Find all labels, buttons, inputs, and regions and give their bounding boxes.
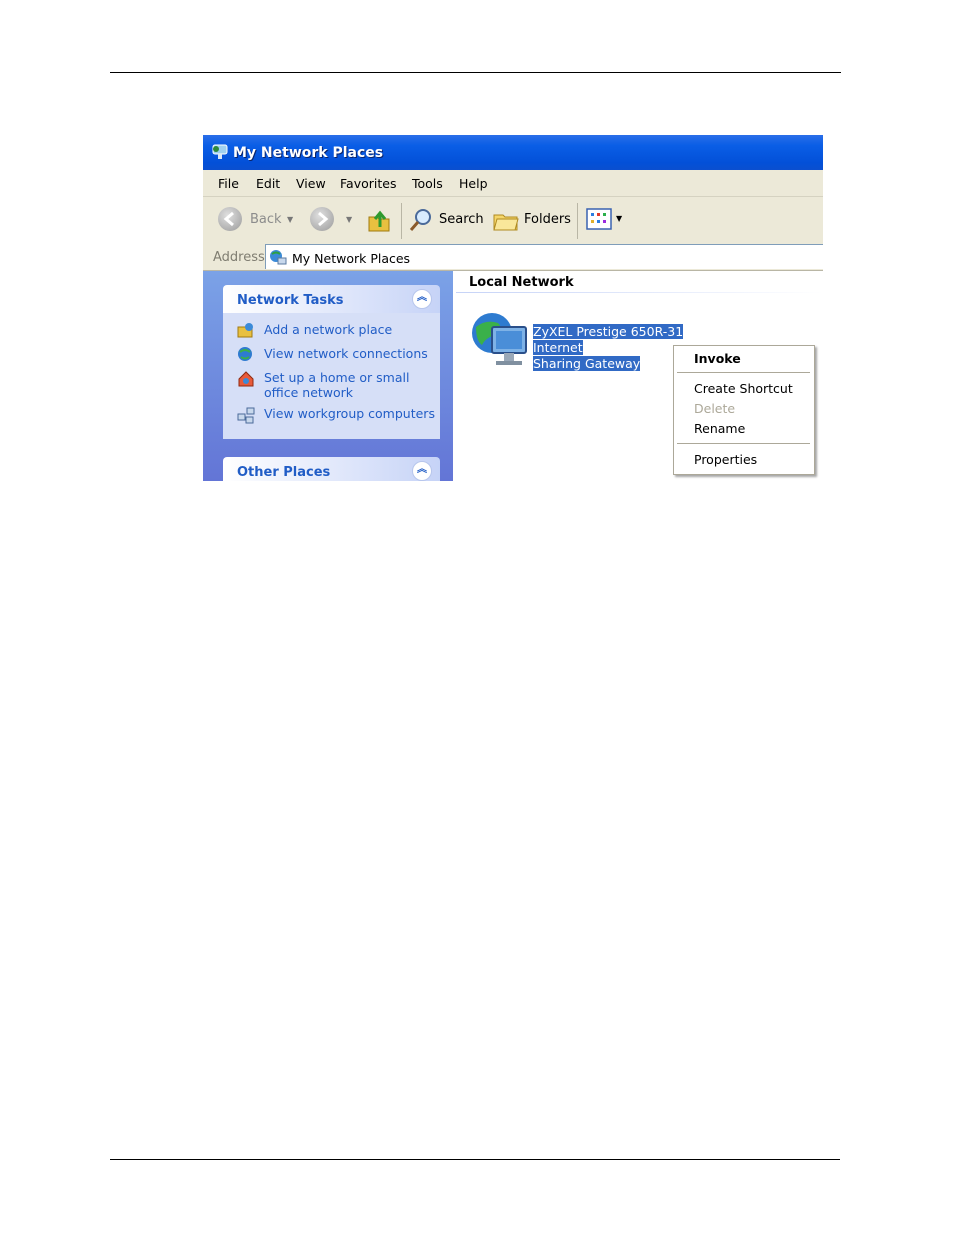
menu-tools[interactable]: Tools <box>412 176 443 191</box>
home-network-setup-icon <box>238 371 254 387</box>
group-header-local-network: Local Network <box>469 275 574 290</box>
context-menu: Invoke Create Shortcut Delete Rename Pro… <box>673 345 815 475</box>
back-button[interactable]: Back ▼ <box>218 207 298 233</box>
folders-button[interactable]: Folders <box>492 207 571 233</box>
device-name-line2: Sharing Gateway <box>533 356 641 371</box>
network-tasks-panel: Network Tasks ︽ Add a network place View… <box>223 285 440 439</box>
menu-file[interactable]: File <box>218 176 239 191</box>
task-label: Set up a home or small <box>264 370 410 385</box>
menu-separator <box>677 443 810 444</box>
network-tasks-header[interactable]: Network Tasks ︽ <box>223 285 440 313</box>
views-icon <box>586 208 612 230</box>
collapse-chevron-icon[interactable]: ︽ <box>412 461 432 481</box>
page-top-rule <box>110 72 841 73</box>
search-label: Search <box>439 212 484 227</box>
other-places-title: Other Places <box>237 465 331 480</box>
back-label: Back <box>250 212 282 227</box>
toolbar: Back ▼ ▼ Search Folders ▼ <box>203 197 823 244</box>
forward-arrow-icon <box>310 207 334 231</box>
task-label: View workgroup computers <box>264 406 435 421</box>
network-places-icon <box>212 144 228 159</box>
views-button[interactable]: ▼ <box>586 207 626 233</box>
add-network-place-icon <box>237 323 253 338</box>
views-dropdown-icon[interactable]: ▼ <box>616 214 622 223</box>
address-label: Address <box>213 250 265 265</box>
forward-button[interactable]: ▼ <box>310 207 358 233</box>
address-field[interactable]: My Network Places <box>265 244 823 269</box>
folders-icon <box>493 214 519 231</box>
menu-item-rename[interactable]: Rename <box>694 421 745 436</box>
network-connections-icon <box>238 347 252 361</box>
up-folder-button[interactable] <box>366 207 394 233</box>
menu-edit[interactable]: Edit <box>256 176 280 191</box>
address-value: My Network Places <box>292 251 411 266</box>
forward-dropdown-icon[interactable]: ▼ <box>346 215 352 224</box>
other-places-panel: Other Places ︽ <box>223 457 440 481</box>
device-name-line1: ZyXEL Prestige 650R-31 Internet <box>533 324 684 355</box>
title-bar[interactable]: My Network Places <box>203 135 823 170</box>
menu-help[interactable]: Help <box>459 176 488 191</box>
search-button[interactable]: Search <box>408 207 484 233</box>
network-tasks-title: Network Tasks <box>237 293 344 308</box>
toolbar-separator <box>577 203 578 239</box>
other-places-header[interactable]: Other Places ︽ <box>223 457 440 481</box>
workgroup-computers-icon <box>237 407 255 424</box>
menu-item-delete: Delete <box>694 401 736 416</box>
address-bar: Address My Network Places <box>203 243 823 271</box>
menu-item-create-shortcut[interactable]: Create Shortcut <box>694 381 793 396</box>
back-dropdown-icon[interactable]: ▼ <box>287 215 293 224</box>
back-arrow-icon <box>218 207 242 231</box>
search-icon <box>409 209 431 231</box>
collapse-chevron-icon[interactable]: ︽ <box>412 289 432 309</box>
menu-item-properties[interactable]: Properties <box>694 452 757 467</box>
group-divider <box>456 292 823 293</box>
page-bottom-rule <box>110 1159 840 1160</box>
up-folder-icon <box>368 210 390 232</box>
network-tasks-body: Add a network place View network connect… <box>223 313 440 439</box>
network-places-icon <box>270 250 287 265</box>
explorer-window: My Network Places File Edit View Favorit… <box>203 135 823 481</box>
menu-bar: File Edit View Favorites Tools Help <box>203 170 823 197</box>
network-device-icon[interactable] <box>470 311 530 371</box>
menu-view[interactable]: View <box>296 176 326 191</box>
toolbar-separator <box>401 203 402 239</box>
task-pane: Network Tasks ︽ Add a network place View… <box>203 271 453 481</box>
task-label: View network connections <box>264 346 428 361</box>
task-label: office network <box>264 385 354 400</box>
menu-separator <box>677 372 810 373</box>
task-label: Add a network place <box>264 322 393 337</box>
folders-label: Folders <box>524 212 571 227</box>
window-title: My Network Places <box>233 145 384 161</box>
menu-item-invoke[interactable]: Invoke <box>694 351 741 366</box>
menu-favorites[interactable]: Favorites <box>340 176 396 191</box>
